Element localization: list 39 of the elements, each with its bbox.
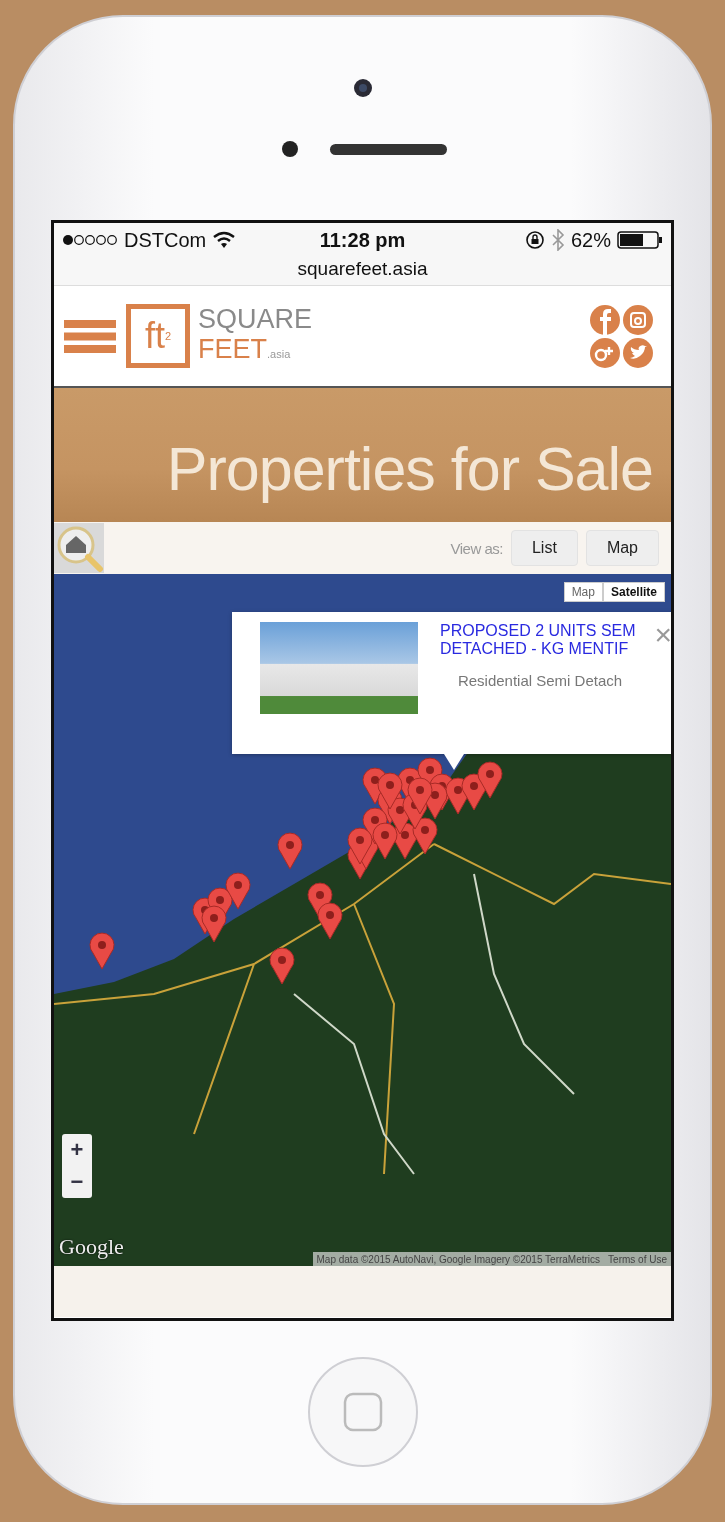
map-type-button[interactable]: Map (563, 582, 603, 602)
wifi-icon (212, 231, 237, 249)
bluetooth-icon (551, 229, 565, 251)
clock-time: 11:28 pm (319, 228, 406, 252)
listing-type: Residential Semi Detach (456, 672, 624, 689)
battery-percent: 62% (571, 228, 611, 252)
logo-suffix: .asia (267, 347, 291, 360)
camera-icon (623, 304, 653, 335)
map-logo: Google (59, 1234, 124, 1260)
zoom-out-button[interactable]: − (62, 1166, 92, 1198)
view-as-label: View as: (450, 539, 503, 557)
rotation-lock-icon (525, 230, 545, 250)
logo-mark: ft$^{2}$ (126, 304, 190, 368)
signal-icon (62, 234, 118, 246)
map-pin-icon[interactable] (269, 947, 295, 985)
map-pin-cluster-drawing[interactable] (307, 882, 343, 940)
terms-link[interactable]: Terms of Use (608, 1253, 667, 1265)
satellite-type-button[interactable]: Satellite (602, 582, 665, 602)
page-title: Properties for Sale (166, 434, 653, 504)
map-pin-icon[interactable] (89, 932, 115, 970)
g-plus-icon (590, 337, 620, 368)
home-button[interactable] (306, 1356, 419, 1468)
menu-icon[interactable] (64, 319, 116, 353)
list-view-button[interactable]: List (510, 530, 578, 566)
listing-title-link[interactable]: PROPOSED 2 UNITS SEM DETACHED - KG MENTIF (440, 622, 640, 658)
attribution-text: Map data ©2015 AutoNavi, Google Imagery ©2015 TerraMetrics (316, 1253, 601, 1265)
logo-text: SQUARE (198, 303, 313, 334)
f-logo-icon (590, 304, 620, 335)
carrier-name: DSTCom (124, 228, 207, 252)
url-text: squarefeet.asia (297, 258, 428, 279)
map-pin-icon[interactable] (277, 832, 303, 870)
map-pin-cluster-drawing[interactable] (347, 757, 503, 880)
camera-icon (352, 78, 373, 98)
zoom-in-button[interactable]: + (62, 1134, 92, 1166)
logo-text: FEET (198, 333, 267, 364)
map-view-button[interactable]: Map (585, 530, 659, 566)
bird-icon (623, 337, 653, 368)
battery-icon (617, 231, 663, 249)
map-pin-cluster-drawing[interactable] (192, 872, 251, 943)
